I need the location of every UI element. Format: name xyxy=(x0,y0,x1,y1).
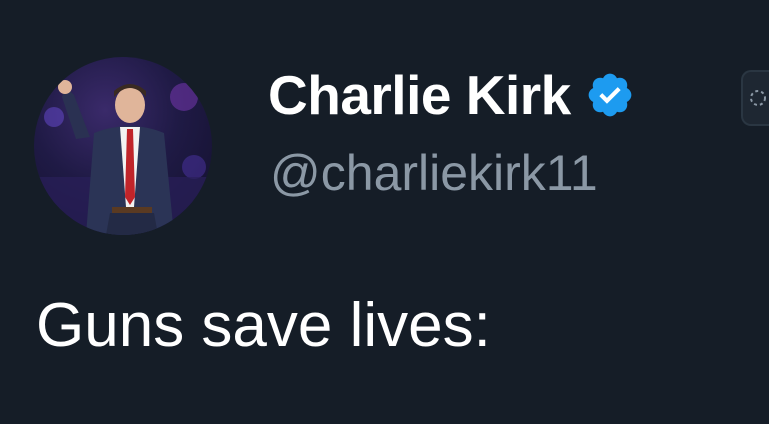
author-name-row: Charlie Kirk xyxy=(268,62,635,128)
author-handle[interactable]: @charliekirk11 xyxy=(270,148,598,198)
more-options-button[interactable] xyxy=(741,70,769,126)
tweet-card: Charlie Kirk @charliekirk11 Guns save li… xyxy=(0,0,769,424)
loading-spinner-icon xyxy=(750,90,766,106)
author-display-name[interactable]: Charlie Kirk xyxy=(268,67,571,123)
tweet-text: Guns save lives: xyxy=(36,291,491,360)
verified-badge-icon xyxy=(585,70,635,120)
author-avatar[interactable] xyxy=(34,57,212,235)
avatar-photo-icon xyxy=(34,80,212,235)
